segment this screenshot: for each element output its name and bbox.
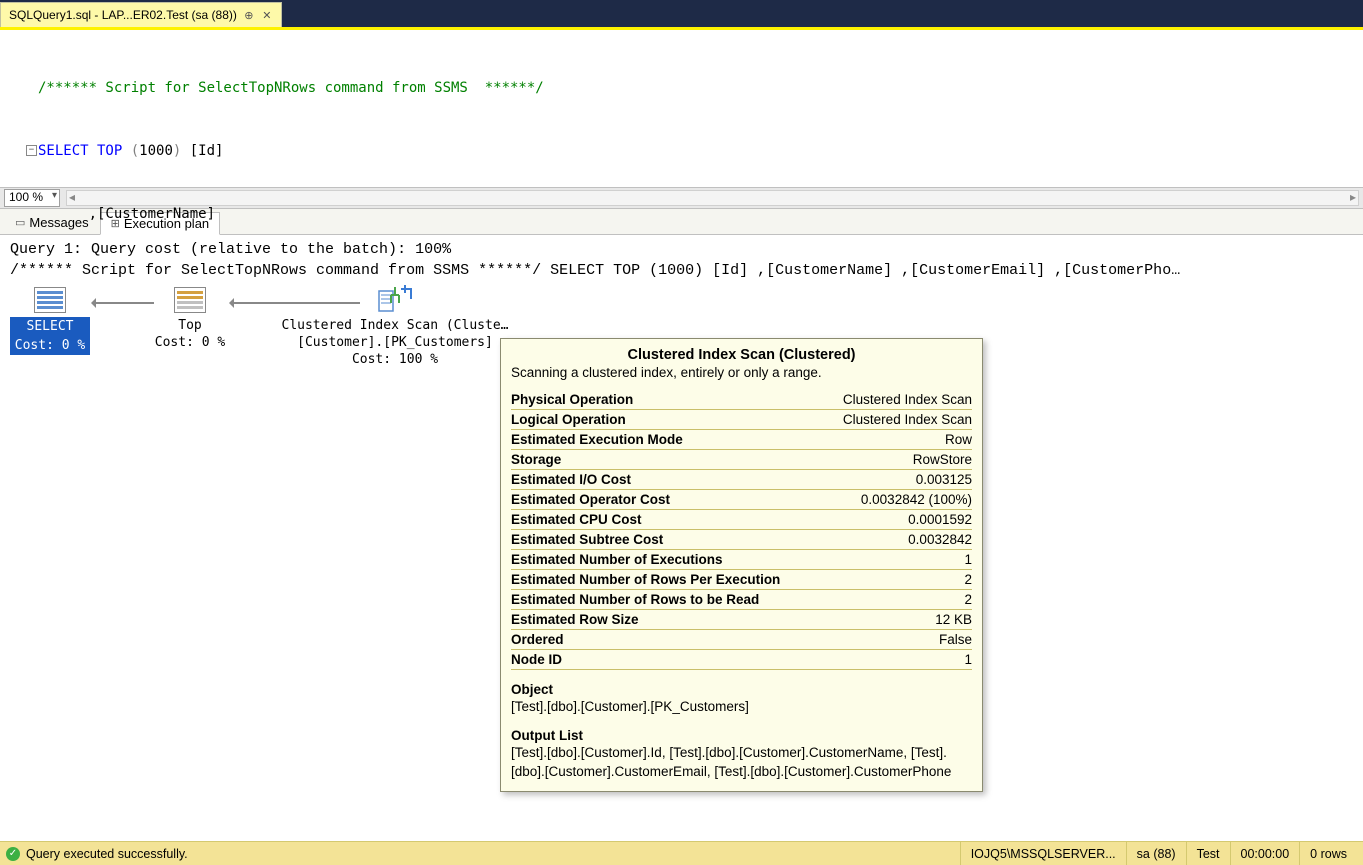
select-node-icon bbox=[32, 285, 68, 315]
tooltip-property-key: Logical Operation bbox=[511, 410, 823, 430]
plan-node-clustered-index-scan[interactable]: Clustered Index Scan (Cluste… [Customer]… bbox=[270, 285, 520, 368]
tooltip-object-label: Object bbox=[511, 682, 972, 697]
tooltip-output-text: [Test].[dbo].[Customer].Id, [Test].[dbo]… bbox=[511, 743, 972, 781]
status-database: Test bbox=[1186, 842, 1230, 865]
tooltip-property-value: Clustered Index Scan bbox=[823, 410, 972, 430]
horizontal-scrollbar[interactable] bbox=[66, 190, 1359, 206]
tooltip-property-value: False bbox=[823, 630, 972, 650]
tooltip-properties-table: Physical OperationClustered Index ScanLo… bbox=[511, 390, 972, 670]
tooltip-property-key: Ordered bbox=[511, 630, 823, 650]
status-bar: ✓ Query executed successfully. IOJQ5\MSS… bbox=[0, 841, 1363, 865]
tooltip-property-key: Node ID bbox=[511, 650, 823, 670]
status-elapsed-time: 00:00:00 bbox=[1230, 842, 1300, 865]
tooltip-property-key: Estimated Row Size bbox=[511, 610, 823, 630]
tooltip-property-key: Physical Operation bbox=[511, 390, 823, 410]
tooltip-property-value: RowStore bbox=[823, 450, 972, 470]
tooltip-property-row: Logical OperationClustered Index Scan bbox=[511, 410, 972, 430]
success-icon: ✓ bbox=[6, 847, 20, 861]
sql-editor[interactable]: /****** Script for SelectTopNRows comman… bbox=[0, 27, 1363, 187]
tooltip-property-key: Estimated CPU Cost bbox=[511, 510, 823, 530]
tooltip-property-row: Estimated Execution ModeRow bbox=[511, 430, 972, 450]
tooltip-property-value: 1 bbox=[823, 550, 972, 570]
tooltip-property-value: 0.003125 bbox=[823, 470, 972, 490]
tooltip-property-value: 0.0032842 bbox=[823, 530, 972, 550]
tooltip-property-key: Estimated Execution Mode bbox=[511, 430, 823, 450]
tooltip-property-key: Storage bbox=[511, 450, 823, 470]
tooltip-property-row: OrderedFalse bbox=[511, 630, 972, 650]
tooltip-property-row: Node ID1 bbox=[511, 650, 972, 670]
tooltip-property-key: Estimated Number of Rows Per Execution bbox=[511, 570, 823, 590]
tooltip-property-value: 2 bbox=[823, 590, 972, 610]
collapse-toggle-icon[interactable]: − bbox=[26, 145, 37, 156]
close-icon[interactable]: ✕ bbox=[261, 9, 273, 21]
tooltip-property-key: Estimated Subtree Cost bbox=[511, 530, 823, 550]
tooltip-property-row: Estimated Subtree Cost0.0032842 bbox=[511, 530, 972, 550]
tooltip-property-row: Estimated Number of Rows to be Read2 bbox=[511, 590, 972, 610]
clustered-index-scan-icon bbox=[377, 285, 413, 315]
tooltip-property-value: 12 KB bbox=[823, 610, 972, 630]
tooltip-property-row: Estimated Number of Rows Per Execution2 bbox=[511, 570, 972, 590]
tooltip-property-key: Estimated I/O Cost bbox=[511, 470, 823, 490]
status-server: IOJQ5\MSSQLSERVER... bbox=[960, 842, 1126, 865]
tooltip-property-value: Row bbox=[823, 430, 972, 450]
plan-node-select[interactable]: SELECT Cost: 0 % bbox=[10, 285, 90, 355]
code-comment: /****** Script for SelectTopNRows comman… bbox=[38, 80, 544, 96]
operator-tooltip: Clustered Index Scan (Clustered) Scannin… bbox=[500, 338, 983, 792]
zoom-value: 100 % bbox=[9, 190, 43, 204]
tooltip-property-key: Estimated Number of Executions bbox=[511, 550, 823, 570]
tooltip-property-value: 0.0032842 (100%) bbox=[823, 490, 972, 510]
status-row-count: 0 rows bbox=[1299, 842, 1357, 865]
plan-node-scan-label: Clustered Index Scan (Cluste… bbox=[270, 317, 520, 334]
tooltip-property-row: StorageRowStore bbox=[511, 450, 972, 470]
plan-query-cost: Query 1: Query cost (relative to the bat… bbox=[10, 239, 1353, 260]
tooltip-property-row: Estimated Number of Executions1 bbox=[511, 550, 972, 570]
top-node-icon bbox=[172, 285, 208, 315]
status-user: sa (88) bbox=[1126, 842, 1186, 865]
plan-node-scan-cost: Cost: 100 % bbox=[270, 351, 520, 368]
plan-query-text: /****** Script for SelectTopNRows comman… bbox=[10, 260, 1353, 281]
tooltip-property-row: Physical OperationClustered Index Scan bbox=[511, 390, 972, 410]
plan-node-top[interactable]: Top Cost: 0 % bbox=[140, 285, 240, 351]
tooltip-title: Clustered Index Scan (Clustered) bbox=[511, 347, 972, 363]
document-tab[interactable]: SQLQuery1.sql - LAP...ER02.Test (sa (88)… bbox=[0, 2, 282, 27]
zoom-bar: 100 % bbox=[0, 187, 1363, 209]
tooltip-property-row: Estimated CPU Cost0.0001592 bbox=[511, 510, 972, 530]
zoom-dropdown[interactable]: 100 % bbox=[4, 189, 60, 207]
status-message: Query executed successfully. bbox=[26, 847, 188, 861]
tooltip-property-value: Clustered Index Scan bbox=[823, 390, 972, 410]
tooltip-property-value: 1 bbox=[823, 650, 972, 670]
tooltip-property-value: 2 bbox=[823, 570, 972, 590]
tooltip-property-key: Estimated Operator Cost bbox=[511, 490, 823, 510]
tooltip-property-row: Estimated Row Size12 KB bbox=[511, 610, 972, 630]
tooltip-property-row: Estimated I/O Cost0.003125 bbox=[511, 470, 972, 490]
plan-node-top-label: Top bbox=[140, 317, 240, 334]
tooltip-property-key: Estimated Number of Rows to be Read bbox=[511, 590, 823, 610]
plan-node-scan-object: [Customer].[PK_Customers] bbox=[270, 334, 520, 351]
plan-node-select-cost: Cost: 0 % bbox=[10, 336, 90, 355]
tooltip-object-text: [Test].[dbo].[Customer].[PK_Customers] bbox=[511, 697, 972, 716]
document-tab-title: SQLQuery1.sql - LAP...ER02.Test (sa (88)… bbox=[9, 8, 237, 22]
tooltip-property-row: Estimated Operator Cost0.0032842 (100%) bbox=[511, 490, 972, 510]
tooltip-description: Scanning a clustered index, entirely or … bbox=[511, 365, 972, 380]
plan-node-select-label: SELECT bbox=[10, 317, 90, 336]
document-tab-strip: SQLQuery1.sql - LAP...ER02.Test (sa (88)… bbox=[0, 0, 1363, 27]
plan-header: Query 1: Query cost (relative to the bat… bbox=[0, 235, 1363, 285]
tooltip-output-label: Output List bbox=[511, 728, 972, 743]
plan-node-top-cost: Cost: 0 % bbox=[140, 334, 240, 351]
tooltip-property-value: 0.0001592 bbox=[823, 510, 972, 530]
pin-icon[interactable]: ⊕ bbox=[243, 9, 255, 21]
